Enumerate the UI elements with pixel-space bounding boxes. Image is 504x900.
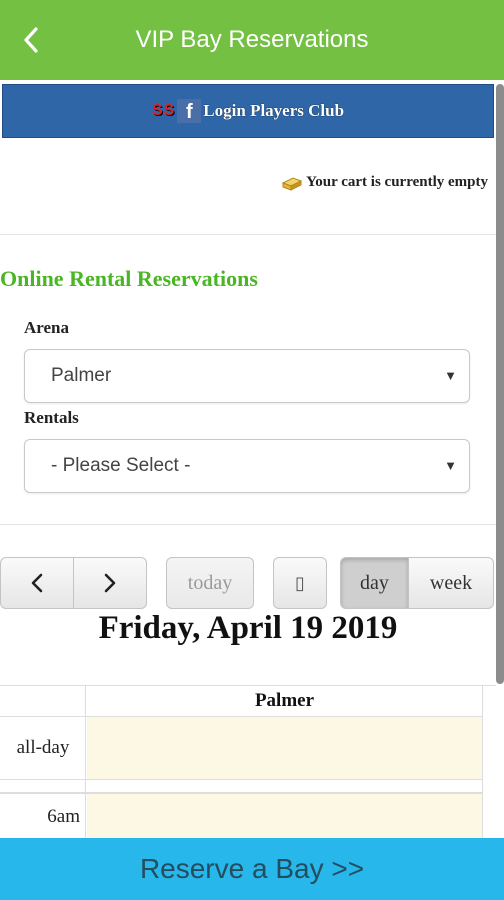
chevron-left-icon <box>31 573 43 593</box>
rentals-label: Rentals <box>24 408 79 427</box>
arena-select[interactable]: Palmer ▼ <box>24 349 470 403</box>
allday-slot[interactable] <box>87 717 482 779</box>
day-view-button[interactable]: day <box>340 557 409 609</box>
arena-value: Palmer <box>51 365 112 386</box>
grid-line <box>482 686 483 846</box>
allday-label: all-day <box>16 737 70 758</box>
page-title: VIP Bay Reservations <box>135 26 369 53</box>
cart-text: Your cart is currently empty <box>306 174 488 190</box>
calendar-date-title: Friday, April 19 2019 <box>98 610 398 646</box>
week-view-button[interactable]: week <box>408 557 494 609</box>
login-players-club-button[interactable]: S S f Login Players Club <box>2 84 494 138</box>
section-title: Online Rental Reservations <box>0 266 258 291</box>
column-header: Palmer <box>254 690 315 711</box>
cart-box-icon <box>281 176 303 191</box>
reserve-bay-button[interactable]: Reserve a Bay >> <box>0 838 504 900</box>
logo-letter-s: S <box>163 102 175 119</box>
time-label: 6am <box>47 806 80 827</box>
rentals-select[interactable]: - Please Select - ▼ <box>24 439 470 493</box>
grid-line <box>0 779 482 780</box>
logo-letter-s: S <box>151 102 163 119</box>
next-day-button[interactable] <box>73 557 147 609</box>
players-club-logo: S S f <box>151 99 202 123</box>
divider <box>0 234 496 235</box>
login-label: Login Players Club <box>203 101 345 120</box>
arena-label: Arena <box>24 318 70 337</box>
divider <box>0 524 496 525</box>
facebook-icon: f <box>177 99 202 123</box>
placeholder-glyph-icon: ▯ <box>295 572 305 594</box>
rentals-value: - Please Select - <box>51 455 191 476</box>
chevron-right-icon <box>104 573 116 593</box>
today-button[interactable]: today <box>166 557 254 609</box>
caret-down-icon: ▼ <box>444 458 457 473</box>
caret-down-icon: ▼ <box>444 368 457 383</box>
prev-day-button[interactable] <box>0 557 74 609</box>
blank-view-button[interactable]: ▯ <box>273 557 327 609</box>
app-header: VIP Bay Reservations <box>0 0 504 80</box>
scrollbar[interactable] <box>496 84 504 684</box>
cart-status[interactable]: Your cart is currently empty <box>281 174 488 191</box>
calendar-grid: Palmer all-day 6am <box>0 685 496 846</box>
